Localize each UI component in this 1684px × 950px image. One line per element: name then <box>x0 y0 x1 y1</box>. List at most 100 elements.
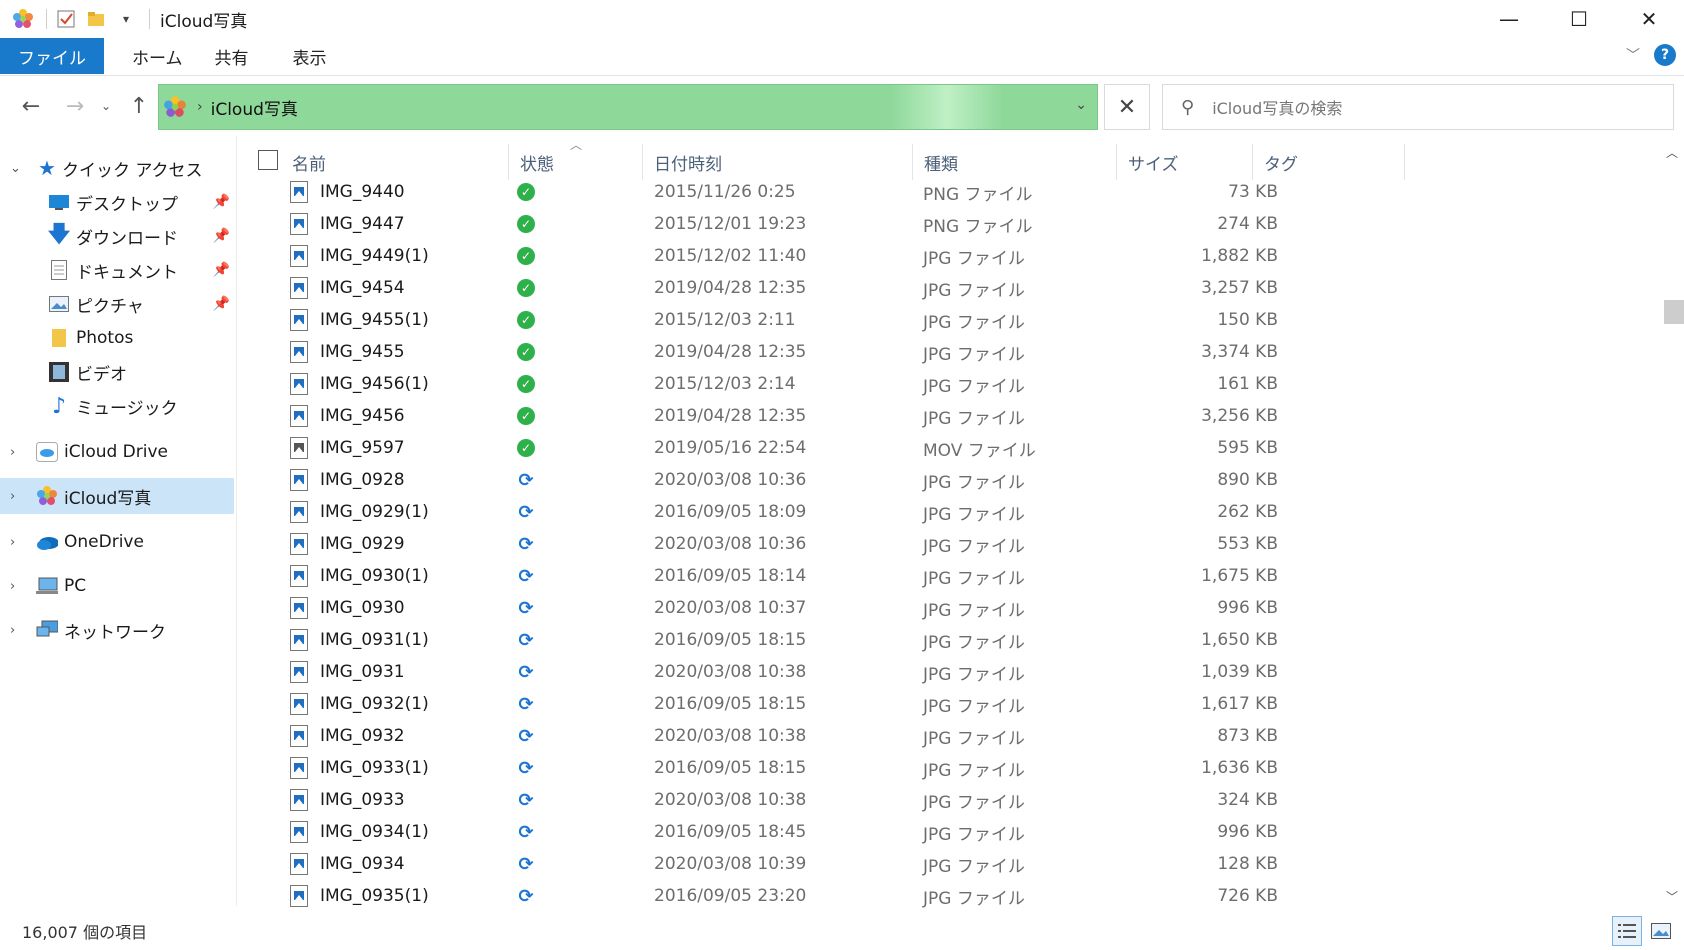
table-row[interactable]: IMG_0929(1) ⟳ 2016/09/05 18:09 JPG ファイル 262 … <box>238 496 1658 528</box>
file-name[interactable]: IMG_0932 <box>320 720 405 752</box>
customize-toolbar-icon[interactable]: ▾ <box>113 6 139 32</box>
expand-chevron-icon[interactable]: › <box>10 623 15 638</box>
search-input[interactable]: iCloud写真の検索 <box>1212 95 1342 119</box>
table-row[interactable]: IMG_0929 ⟳ 2020/03/08 10:36 JPG ファイル 553 KB <box>238 528 1658 560</box>
table-row[interactable]: IMG_0930 ⟳ 2020/03/08 10:37 JPG ファイル 996 KB <box>238 592 1658 624</box>
column-divider[interactable] <box>1252 144 1253 180</box>
table-row[interactable]: IMG_0932(1) ⟳ 2016/09/05 18:15 JPG ファイル 1,61… <box>238 688 1658 720</box>
table-row[interactable]: IMG_0934 ⟳ 2020/03/08 10:39 JPG ファイル 128 KB <box>238 848 1658 880</box>
pin-icon[interactable]: 📌 <box>213 262 230 278</box>
table-row[interactable]: IMG_9447 ✓ 2015/12/01 19:23 PNG ファイル 274 KB <box>238 208 1658 240</box>
file-name[interactable]: IMG_0934 <box>320 848 405 880</box>
vertical-scrollbar[interactable]: ︿ ﹀ <box>1662 136 1684 908</box>
maximize-button[interactable]: ☐ <box>1544 0 1614 38</box>
details-view-icon[interactable] <box>1612 916 1642 946</box>
collapse-chevron-icon[interactable]: ⌄ <box>10 161 21 176</box>
forward-arrow-icon[interactable]: → <box>60 90 90 122</box>
column-header-type[interactable]: 種類 <box>924 144 1114 180</box>
column-divider[interactable] <box>1404 144 1405 180</box>
table-row[interactable]: IMG_9456(1) ✓ 2015/12/03 2:14 JPG ファイル 161 K… <box>238 368 1658 400</box>
table-row[interactable]: IMG_9597 ✓ 2019/05/16 22:54 MOV ファイル 595 KB <box>238 432 1658 464</box>
table-row[interactable]: IMG_9456 ✓ 2019/04/28 12:35 JPG ファイル 3,256 K… <box>238 400 1658 432</box>
sidebar-item-music[interactable]: ♪ ミュージック <box>0 388 234 424</box>
address-history-chevron-icon[interactable]: ⌄ <box>1075 97 1087 113</box>
sidebar-item-icloud-photos[interactable]: › iCloud写真 <box>0 478 234 514</box>
table-row[interactable]: IMG_0934(1) ⟳ 2016/09/05 18:45 JPG ファイル 996 … <box>238 816 1658 848</box>
file-name[interactable]: IMG_0931 <box>320 656 405 688</box>
search-box[interactable]: ⚲ iCloud写真の検索 <box>1162 84 1674 130</box>
file-name[interactable]: IMG_9455(1) <box>320 304 429 336</box>
tab-share[interactable]: 共有 <box>201 38 267 75</box>
table-row[interactable]: IMG_0933(1) ⟳ 2016/09/05 18:15 JPG ファイル 1,63… <box>238 752 1658 784</box>
sidebar-item-network[interactable]: › ネットワーク <box>0 612 234 648</box>
expand-ribbon-icon[interactable]: ﹀ <box>1626 45 1640 65</box>
column-divider[interactable] <box>1116 144 1117 180</box>
tab-home[interactable]: ホーム <box>104 38 201 75</box>
sidebar-item-documents[interactable]: ドキュメント 📌 <box>0 252 234 288</box>
up-arrow-icon[interactable]: ↑ <box>124 90 154 122</box>
table-row[interactable]: IMG_9440 ✓ 2015/11/26 0:25 PNG ファイル 73 KB <box>238 176 1658 208</box>
table-row[interactable]: IMG_0930(1) ⟳ 2016/09/05 18:14 JPG ファイル 1,67… <box>238 560 1658 592</box>
pin-icon[interactable]: 📌 <box>213 194 230 210</box>
table-row[interactable]: IMG_0933 ⟳ 2020/03/08 10:38 JPG ファイル 324 KB <box>238 784 1658 816</box>
sidebar-item-desktop[interactable]: デスクトップ 📌 <box>0 184 234 220</box>
address-bar[interactable]: › iCloud写真 ⌄ <box>158 84 1098 130</box>
scroll-up-icon[interactable]: ︿ <box>1666 144 1678 161</box>
close-button[interactable]: ✕ <box>1614 0 1684 38</box>
scrollbar-thumb[interactable] <box>1664 300 1684 324</box>
file-name[interactable]: IMG_9456(1) <box>320 368 429 400</box>
minimize-button[interactable]: — <box>1474 0 1544 38</box>
table-row[interactable]: IMG_0932 ⟳ 2020/03/08 10:38 JPG ファイル 873 KB <box>238 720 1658 752</box>
pin-icon[interactable]: 📌 <box>213 296 230 312</box>
column-header-date[interactable]: 日付時刻 <box>654 144 904 180</box>
file-name[interactable]: IMG_0929(1) <box>320 496 429 528</box>
sidebar-item-onedrive[interactable]: › OneDrive <box>0 524 234 560</box>
expand-chevron-icon[interactable]: › <box>10 579 15 594</box>
table-row[interactable]: IMG_0935(1) ⟳ 2016/09/05 23:20 JPG ファイル 726 … <box>238 880 1658 912</box>
file-name[interactable]: IMG_0931(1) <box>320 624 429 656</box>
sidebar-item-downloads[interactable]: 🡇 ダウンロード 📌 <box>0 218 234 254</box>
file-name[interactable]: IMG_9440 <box>320 176 405 208</box>
tab-file[interactable]: ファイル <box>0 38 104 74</box>
table-row[interactable]: IMG_9455(1) ✓ 2015/12/03 2:11 JPG ファイル 150 K… <box>238 304 1658 336</box>
file-name[interactable]: IMG_0930(1) <box>320 560 429 592</box>
column-header-name[interactable]: 名前 <box>292 144 492 180</box>
properties-checkbox-icon[interactable] <box>53 6 79 32</box>
file-name[interactable]: IMG_9456 <box>320 400 405 432</box>
column-divider[interactable] <box>912 144 913 180</box>
sidebar-item-quick-access[interactable]: ⌄ ★ クイック アクセス <box>0 150 234 186</box>
large-icons-view-icon[interactable] <box>1646 916 1676 946</box>
column-divider[interactable] <box>642 144 643 180</box>
sidebar-item-photos[interactable]: Photos <box>0 320 234 356</box>
breadcrumb-path[interactable]: iCloud写真 <box>211 95 298 120</box>
pin-icon[interactable]: 📌 <box>213 228 230 244</box>
table-row[interactable]: IMG_0931 ⟳ 2020/03/08 10:38 JPG ファイル 1,039 K… <box>238 656 1658 688</box>
file-name[interactable]: IMG_0932(1) <box>320 688 429 720</box>
file-name[interactable]: IMG_0934(1) <box>320 816 429 848</box>
help-button[interactable]: ? <box>1654 44 1676 66</box>
table-row[interactable]: IMG_9455 ✓ 2019/04/28 12:35 JPG ファイル 3,374 K… <box>238 336 1658 368</box>
clear-address-button[interactable]: ✕ <box>1104 84 1150 130</box>
sidebar-item-icloud-drive[interactable]: › iCloud Drive <box>0 434 234 470</box>
table-row[interactable]: IMG_0931(1) ⟳ 2016/09/05 18:15 JPG ファイル 1,65… <box>238 624 1658 656</box>
file-name[interactable]: IMG_9449(1) <box>320 240 429 272</box>
sidebar-item-pc[interactable]: › PC <box>0 568 234 604</box>
table-row[interactable]: IMG_9449(1) ✓ 2015/12/02 11:40 JPG ファイル 1,88… <box>238 240 1658 272</box>
recent-locations-chevron-icon[interactable]: ⌄ <box>96 90 116 122</box>
file-name[interactable]: IMG_0930 <box>320 592 405 624</box>
column-header-size[interactable]: サイズ <box>1128 144 1248 180</box>
new-folder-icon[interactable] <box>83 6 109 32</box>
sidebar-item-videos[interactable]: ビデオ <box>0 354 234 390</box>
file-name[interactable]: IMG_0928 <box>320 464 405 496</box>
expand-chevron-icon[interactable]: › <box>10 489 15 504</box>
file-name[interactable]: IMG_9447 <box>320 208 405 240</box>
expand-chevron-icon[interactable]: › <box>10 535 15 550</box>
table-row[interactable]: IMG_0928 ⟳ 2020/03/08 10:36 JPG ファイル 890 KB <box>238 464 1658 496</box>
tab-view[interactable]: 表示 <box>267 38 345 75</box>
file-name[interactable]: IMG_0929 <box>320 528 405 560</box>
pane-divider[interactable] <box>236 136 237 906</box>
back-arrow-icon[interactable]: ← <box>16 90 46 122</box>
column-divider[interactable] <box>508 144 509 180</box>
file-name[interactable]: IMG_0933(1) <box>320 752 429 784</box>
scroll-down-icon[interactable]: ﹀ <box>1666 888 1678 905</box>
